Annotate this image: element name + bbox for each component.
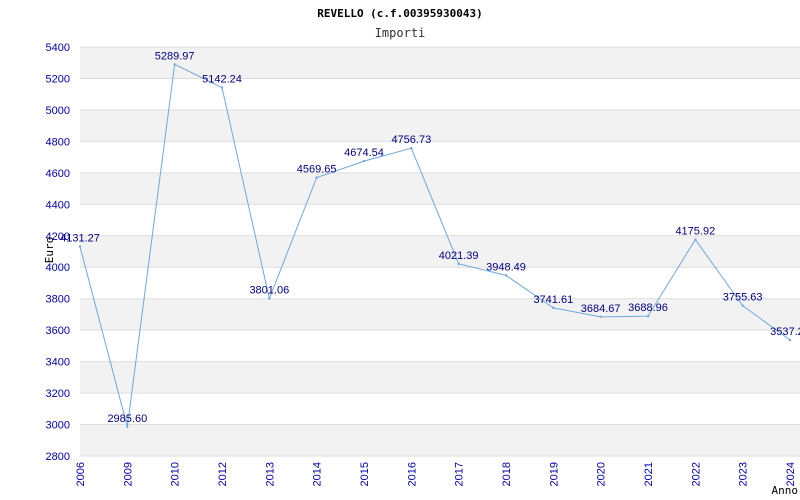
- data-label: 4021.39: [439, 250, 479, 262]
- data-point: [788, 338, 792, 342]
- data-label: 4674.54: [344, 147, 384, 159]
- data-point: [552, 306, 555, 310]
- x-tick-label: 2012: [217, 462, 229, 486]
- x-tick-label: 2009: [122, 462, 134, 486]
- data-label: 3741.61: [533, 294, 573, 306]
- x-tick-label: 2016: [406, 462, 418, 486]
- y-tick-label: 4800: [46, 136, 70, 148]
- data-point: [410, 146, 413, 150]
- y-tick-label: 3600: [46, 325, 70, 337]
- y-tick-label: 4600: [46, 168, 70, 180]
- chart: REVELLO (c.f.00395930043) Importi 2800 30…: [43, 7, 800, 497]
- y-tick-label: 3400: [46, 357, 70, 369]
- data-label: 3684.67: [581, 303, 621, 315]
- x-tick-label: 2017: [454, 462, 466, 486]
- data-label: 2985.60: [107, 413, 147, 425]
- y-tick-label: 5200: [46, 73, 70, 85]
- data-point: [173, 63, 176, 66]
- x-axis-title: Anno: [772, 484, 799, 497]
- grid-band: [80, 172, 800, 205]
- chart-title: REVELLO (c.f.00395930043): [317, 7, 483, 20]
- data-point: [504, 274, 508, 277]
- chart-subtitle: Importi: [375, 26, 426, 40]
- data-point: [646, 314, 650, 318]
- y-axis-title: Euro: [43, 237, 56, 264]
- y-tick-label: 2800: [46, 451, 70, 463]
- data-label: 3801.06: [249, 285, 289, 297]
- data-label: 3755.63: [723, 292, 763, 304]
- x-tick-label: 2019: [548, 462, 560, 486]
- x-tick-label: 2023: [738, 462, 750, 486]
- y-tick-label: 3000: [46, 420, 70, 432]
- data-point: [741, 304, 744, 307]
- x-tick-label: 2013: [264, 462, 276, 486]
- y-tick-label: 3800: [46, 294, 70, 306]
- x-tick-label: 2022: [690, 462, 702, 486]
- x-tick-label: 2020: [596, 462, 608, 486]
- x-axis-ticks: 2006 2009 2010 2012 2013 2014 2015 2016 2017 2018…: [75, 462, 797, 486]
- data-label: 3688.96: [628, 302, 668, 314]
- data-point: [78, 245, 82, 248]
- x-tick-label: 2024: [785, 462, 797, 486]
- data-label: 5142.24: [202, 74, 242, 86]
- x-tick-label: 2018: [501, 462, 513, 486]
- data-point: [694, 238, 697, 241]
- y-tick-label: 4400: [46, 199, 70, 211]
- data-label: 4175.92: [675, 226, 715, 238]
- data-label: 3537.23: [770, 326, 800, 338]
- data-point: [362, 159, 366, 163]
- x-tick-label: 2015: [359, 462, 371, 486]
- y-tick-label: 5400: [46, 42, 70, 54]
- x-tick-label: 2014: [312, 462, 324, 486]
- y-tick-label: 3200: [46, 388, 70, 400]
- data-point: [126, 425, 129, 429]
- x-tick-label: 2010: [170, 462, 182, 486]
- data-label: 5289.97: [155, 50, 195, 62]
- data-point: [457, 262, 460, 266]
- data-label: 4131.27: [60, 233, 100, 245]
- data-point: [268, 297, 271, 300]
- x-tick-label: 2006: [75, 462, 87, 486]
- grid-band: [80, 109, 800, 142]
- grid-band: [80, 424, 800, 456]
- data-label: 4569.65: [297, 164, 337, 176]
- data-point: [220, 86, 224, 89]
- grid-band: [80, 361, 800, 394]
- x-tick-label: 2021: [643, 462, 655, 486]
- data-point: [315, 176, 318, 179]
- data-label: 3948.49: [486, 261, 526, 273]
- grid-band: [80, 298, 800, 331]
- y-tick-label: 5000: [46, 105, 70, 117]
- data-point: [599, 315, 602, 319]
- data-label: 4756.73: [391, 134, 431, 146]
